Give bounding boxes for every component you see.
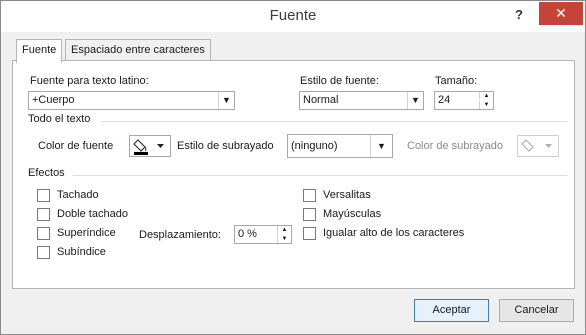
latin-font-label: Fuente para texto latino: [30, 75, 149, 87]
spin-down-icon[interactable]: ▼ [479, 101, 493, 109]
font-size-value: 24 [438, 94, 451, 106]
checkbox-superindice[interactable] [37, 227, 50, 240]
underline-style-select[interactable]: (ninguno) ▼ [287, 134, 393, 158]
tab-espaciado[interactable]: Espaciado entre caracteres [65, 39, 211, 61]
chevron-down-icon: ▼ [407, 92, 423, 109]
font-style-value: Normal [303, 94, 339, 106]
checkbox-subindice[interactable] [37, 246, 50, 259]
checkbox-igualar-alto-label: Igualar alto de los caracteres [323, 227, 465, 239]
font-style-select[interactable]: Normal ▼ [299, 91, 424, 110]
close-button[interactable]: ✕ [539, 2, 583, 25]
latin-font-select[interactable]: +Cuerpo ▼ [28, 91, 235, 110]
offset-spinner[interactable]: 0 % ▲ ▼ [234, 225, 292, 244]
section-all-text: Todo el texto [28, 113, 91, 125]
underline-style-value: (ninguno) [291, 140, 338, 152]
chevron-down-icon: ▼ [218, 92, 234, 109]
latin-font-value: +Cuerpo [32, 94, 75, 106]
chevron-down-icon: ▼ [370, 135, 392, 157]
checkbox-mayusculas-label: Mayúsculas [323, 208, 382, 220]
font-style-label: Estilo de fuente: [300, 75, 379, 87]
checkbox-mayusculas[interactable] [303, 208, 316, 221]
divider [73, 175, 567, 176]
tab-espaciado-label: Espaciado entre caracteres [71, 44, 205, 56]
checkbox-superindice-label: Superíndice [57, 227, 116, 239]
checkbox-tachado-label: Tachado [57, 189, 99, 201]
underline-color-button[interactable] [517, 135, 559, 157]
tab-fuente-label: Fuente [22, 44, 57, 56]
font-size-spinner[interactable]: 24 ▲ ▼ [434, 91, 494, 110]
checkbox-doble-tachado-label: Doble tachado [57, 208, 128, 220]
paint-bucket-icon [133, 139, 164, 155]
dialog-title: Fuente [269, 7, 317, 24]
underline-style-label: Estilo de subrayado [177, 140, 274, 152]
font-dialog: Fuente ? ✕ Fuente Espaciado entre caract… [0, 0, 586, 335]
checkbox-igualar-alto[interactable] [303, 227, 316, 240]
font-size-label: Tamaño: [435, 75, 478, 87]
close-icon: ✕ [555, 5, 567, 21]
checkbox-subindice-label: Subíndice [57, 246, 106, 258]
spin-down-icon[interactable]: ▼ [277, 235, 291, 243]
underline-color-label: Color de subrayado [407, 140, 504, 152]
font-color-label: Color de fuente [38, 140, 114, 152]
help-button[interactable]: ? [507, 3, 531, 27]
checkbox-versalitas-label: Versalitas [323, 189, 371, 201]
offset-label: Desplazamiento: [139, 229, 221, 241]
paint-bucket-icon [521, 139, 552, 152]
offset-value: 0 % [238, 228, 257, 240]
title-bar: Fuente ? ✕ [1, 1, 585, 32]
spin-up-icon[interactable]: ▲ [479, 92, 493, 100]
section-effects: Efectos [28, 167, 65, 179]
cancel-button[interactable]: Cancelar [499, 299, 574, 322]
checkbox-versalitas[interactable] [303, 189, 316, 202]
divider [101, 121, 567, 122]
font-color-button[interactable] [129, 135, 171, 157]
spin-up-icon[interactable]: ▲ [277, 226, 291, 234]
accept-button[interactable]: Aceptar [414, 299, 489, 322]
checkbox-tachado[interactable] [37, 189, 50, 202]
checkbox-doble-tachado[interactable] [37, 208, 50, 221]
tab-fuente[interactable]: Fuente [16, 39, 63, 63]
